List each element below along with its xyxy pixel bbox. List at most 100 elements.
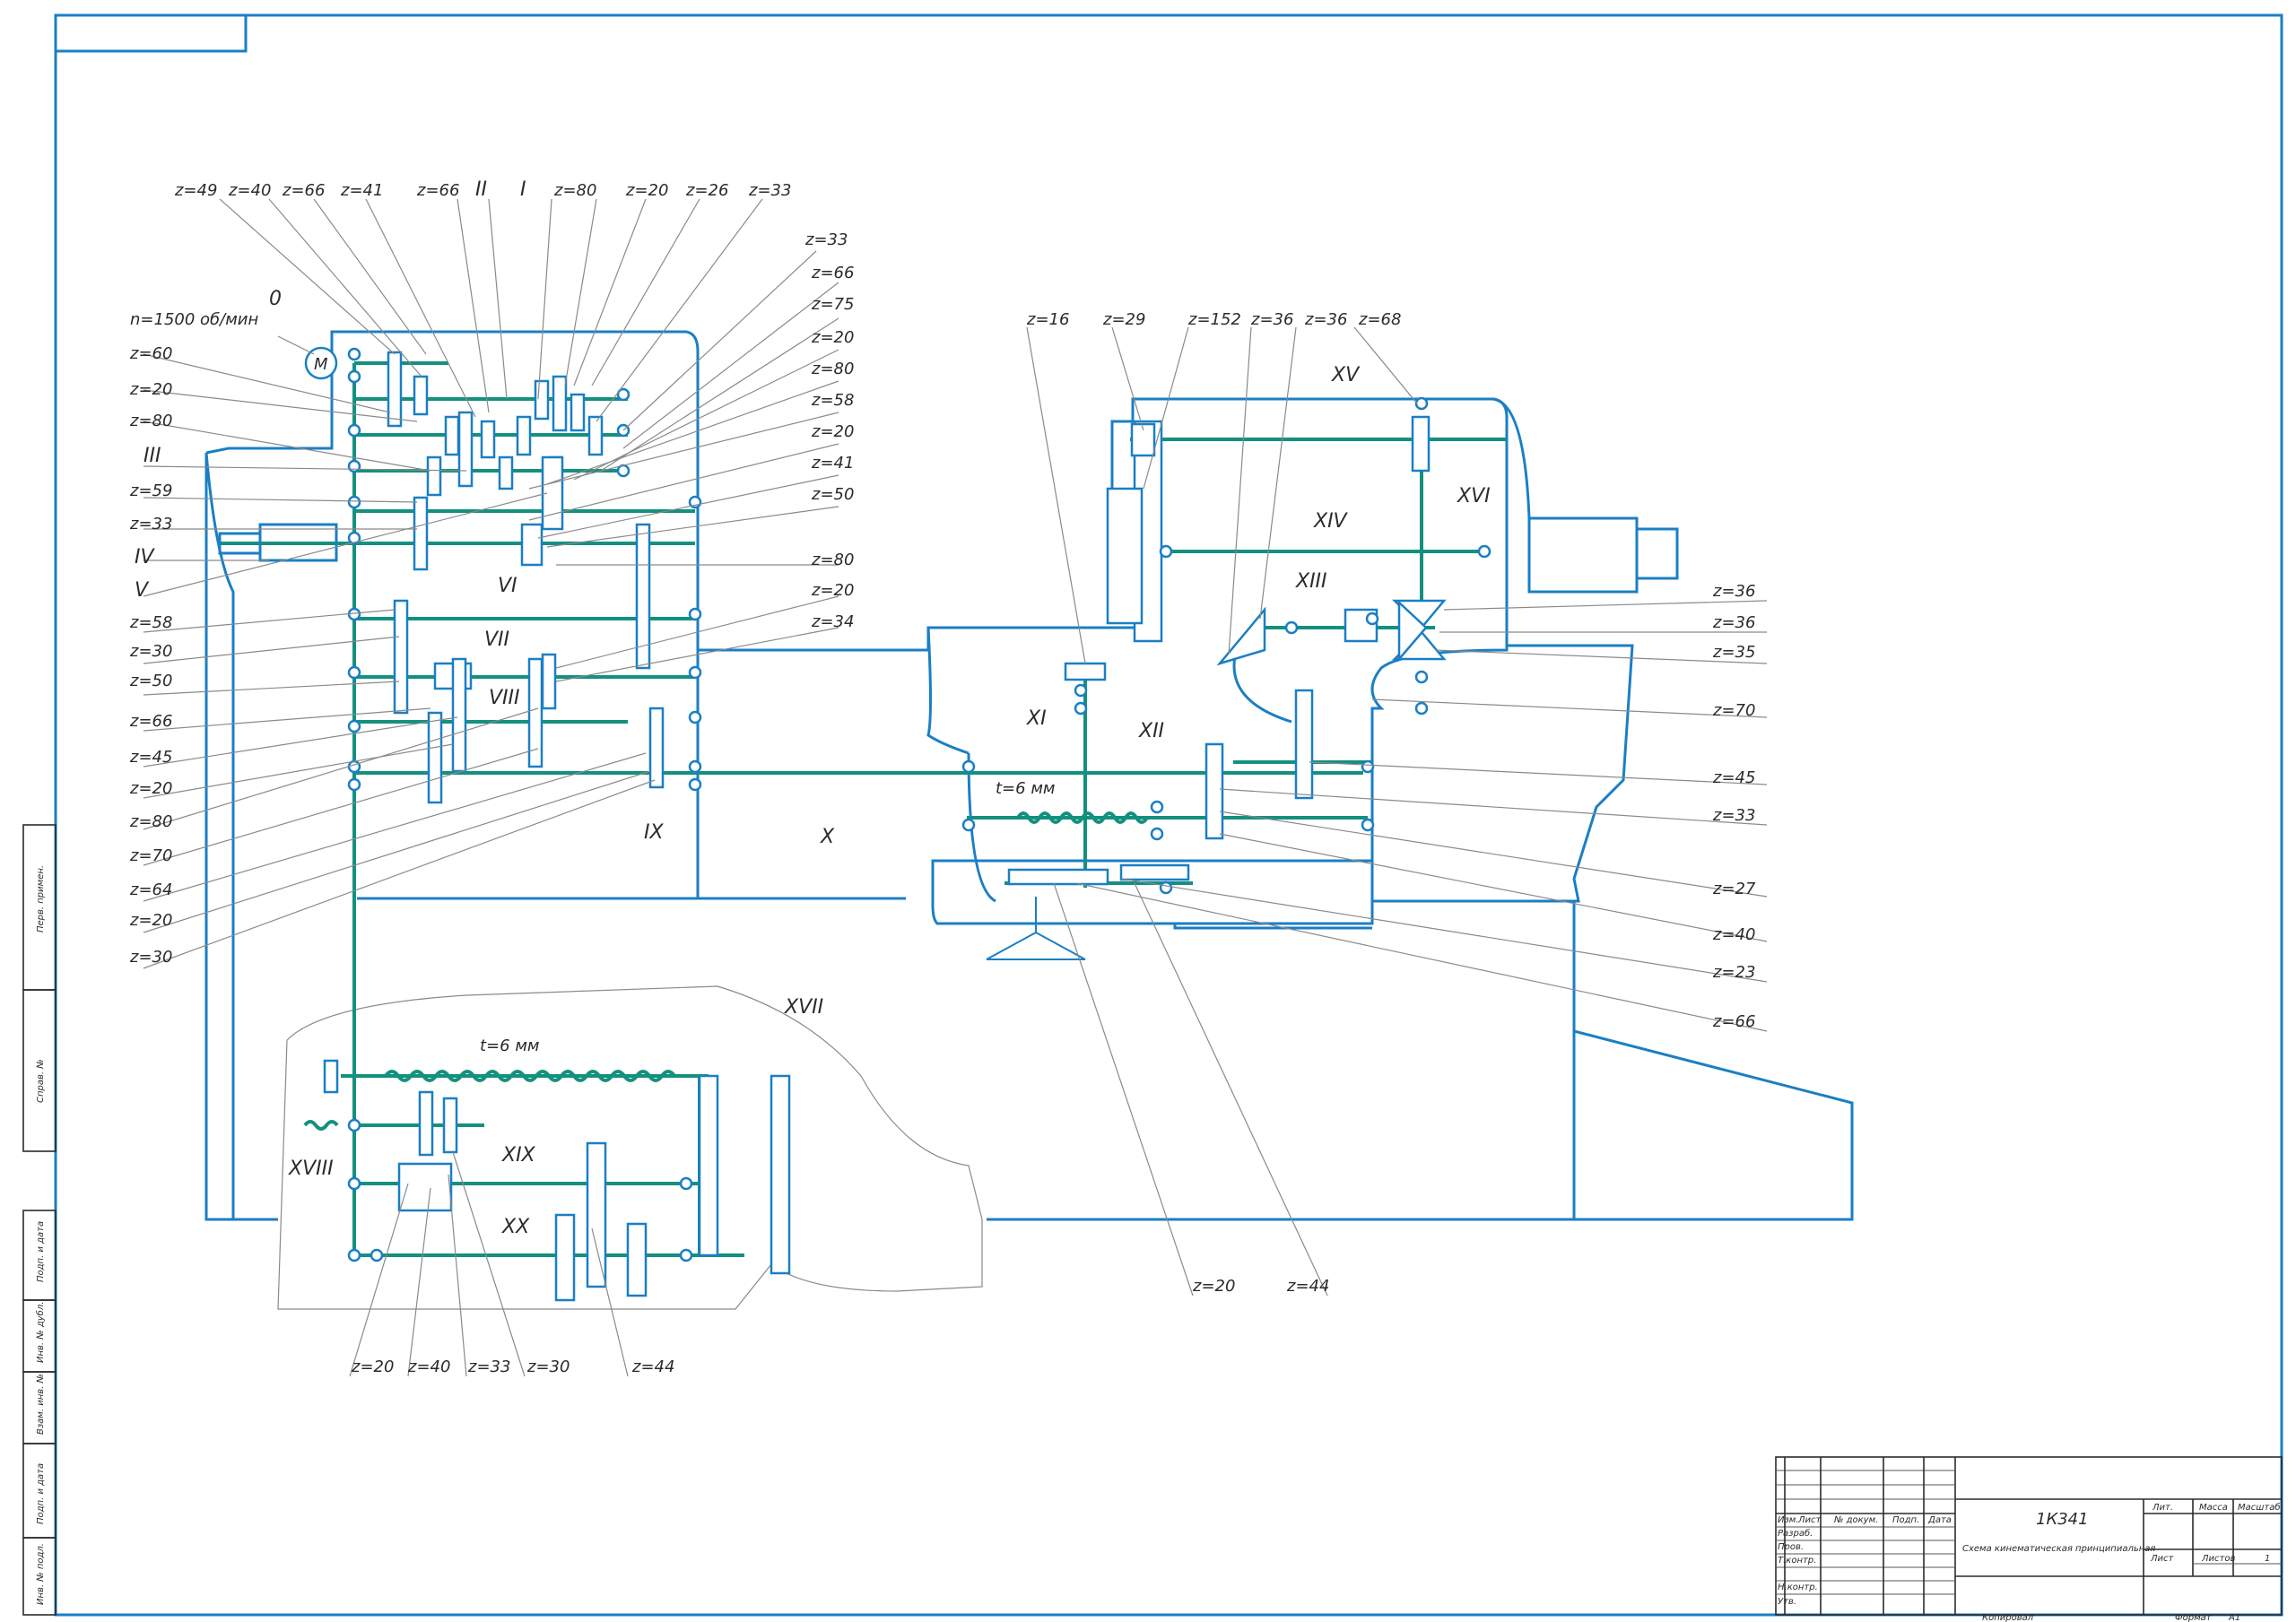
tb-role: Пров. xyxy=(1778,1542,1804,1552)
gear-label: z=41 xyxy=(340,181,383,200)
gear-label: z=34 xyxy=(811,612,854,631)
gear-label: z=36 xyxy=(1712,582,1755,601)
shaft-label: II xyxy=(475,178,487,201)
motor-labels: 0 n=1500 об/мин xyxy=(130,288,282,329)
gear-label: z=33 xyxy=(467,1357,510,1376)
shaft-label: IX xyxy=(644,821,664,844)
gear-label: z=20 xyxy=(811,422,854,441)
gear-label: z=50 xyxy=(811,485,854,504)
gear-label: z=20 xyxy=(129,911,172,930)
tb-role: Разраб. xyxy=(1778,1528,1813,1539)
tb-sheet: Лист xyxy=(2150,1554,2175,1564)
tb-header: № докум. xyxy=(1833,1515,1878,1525)
shaft-label: VII xyxy=(484,629,509,651)
gear-label: z=80 xyxy=(811,551,854,569)
shaft-label: V xyxy=(135,579,150,602)
shaft-label: XVII xyxy=(784,996,823,1019)
gear-label: z=60 xyxy=(129,344,172,363)
gear-label: z=50 xyxy=(129,672,172,690)
tb-role: Утв. xyxy=(1778,1597,1796,1607)
tb-header: Дата xyxy=(1927,1515,1952,1525)
shaft-label: XIII xyxy=(1295,570,1327,593)
drawing-designation: 1К341 xyxy=(2036,1510,2089,1529)
gear-label: z=68 xyxy=(1358,310,1401,329)
shaft-label: X xyxy=(820,826,835,848)
gear-label: z=49 xyxy=(174,181,217,200)
apron-labels: z=16 z=29 z=152 z=36 z=36 z=68 XV XVI XI… xyxy=(480,310,1756,1296)
gear-label: z=26 xyxy=(685,181,728,200)
gear-label: z=66 xyxy=(282,181,325,200)
gear-label: z=40 xyxy=(1712,925,1755,944)
shaft-label: XX xyxy=(501,1216,530,1238)
top-left-stamp xyxy=(54,13,248,53)
stamp-text: Подп. и дата xyxy=(36,1463,46,1524)
gear-label: z=58 xyxy=(811,391,854,410)
motor-symbol: M xyxy=(314,355,328,374)
gear-label: z=58 xyxy=(129,613,172,632)
shaft-label: IV xyxy=(135,546,155,568)
shaft-label: XIV xyxy=(1313,510,1349,533)
gear-label: z=80 xyxy=(129,412,172,430)
gear-label: z=20 xyxy=(129,779,172,798)
pitch-label: t=6 мм xyxy=(996,779,1055,798)
shaft-label: III xyxy=(144,445,161,467)
shaft-label: VIII xyxy=(489,687,520,709)
shaft-label: XVI xyxy=(1457,485,1491,507)
tb-format: Формат xyxy=(2175,1613,2213,1622)
gear-label: z=30 xyxy=(129,642,172,661)
gear-label: z=33 xyxy=(1712,806,1755,825)
gear-label: z=64 xyxy=(129,880,172,899)
gear-label: z=20 xyxy=(625,181,668,200)
gear-label: z=20 xyxy=(129,380,172,399)
gear-label: z=70 xyxy=(1712,701,1755,720)
gear-label: z=152 xyxy=(1187,310,1241,329)
shafts xyxy=(220,361,1507,1273)
gear-label: z=20 xyxy=(1192,1277,1235,1296)
tb-role: Н.контр. xyxy=(1778,1583,1818,1592)
gear-label: z=33 xyxy=(804,230,848,249)
stamp-text: Перв. примен. xyxy=(36,865,46,932)
top-gear-labels: z=49 z=40 z=66 z=41 z=66 II I z=80 z=20 … xyxy=(174,178,791,201)
tb-sheets: Листов xyxy=(2201,1554,2235,1564)
gear-label: z=80 xyxy=(811,360,854,378)
gear-label: z=33 xyxy=(748,181,791,200)
gear-label: z=29 xyxy=(1102,310,1145,329)
gear-label: z=20 xyxy=(351,1357,394,1376)
shaft-label: XVIII xyxy=(288,1158,334,1180)
tb-format-value: А1 xyxy=(2228,1613,2240,1622)
shaft-label: XI xyxy=(1026,707,1047,730)
leader-lines xyxy=(143,198,1768,1377)
stamp-text: Инв. № подл. xyxy=(36,1543,46,1605)
tb-col: Лит. xyxy=(2152,1503,2173,1513)
gear-label: z=35 xyxy=(1712,643,1755,662)
drawing-title: Схема кинематическая принципиальная xyxy=(1962,1544,2155,1554)
gearbox-housing xyxy=(204,452,235,1219)
gear-label: z=41 xyxy=(811,454,854,473)
gear-label: z=75 xyxy=(811,295,854,314)
gear-label: z=80 xyxy=(553,181,596,200)
gear-label: z=36 xyxy=(1304,310,1347,329)
shaft-label: VI xyxy=(498,575,517,597)
tb-col: Масса xyxy=(2199,1503,2228,1513)
gear-label: z=66 xyxy=(1712,1012,1755,1031)
stamp-text: Инв. № дубл. xyxy=(35,1302,46,1363)
cross-slide xyxy=(987,1029,1854,1221)
gear-label: z=66 xyxy=(129,712,172,731)
handwheel xyxy=(986,897,1086,960)
shaft-label: XV xyxy=(1331,364,1361,386)
tb-header: Лист xyxy=(1797,1515,1822,1525)
gear-label: z=20 xyxy=(811,328,854,347)
right-of-box-labels: z=33 z=66 z=75 z=20 z=80 z=58 z=20 z=41 … xyxy=(804,230,854,631)
tb-header: Подп. xyxy=(1892,1515,1919,1525)
stamp-text: Справ. № xyxy=(36,1059,46,1103)
stamp-text: Взам. инв. № xyxy=(36,1374,46,1435)
gear-label: z=30 xyxy=(526,1357,570,1376)
tb-role: Т.контр. xyxy=(1778,1556,1816,1566)
gear-label: z=66 xyxy=(811,264,854,282)
tb-sheets-count: 1 xyxy=(2265,1554,2270,1564)
pitch-label: t=6 мм xyxy=(480,1037,539,1055)
side-stamp: Перв. примен. Справ. № Подп. и дата Инв.… xyxy=(22,824,57,1616)
shaft-label: XIX xyxy=(501,1144,536,1167)
shaft-label: 0 xyxy=(269,288,282,310)
gear-label: z=40 xyxy=(407,1357,450,1376)
